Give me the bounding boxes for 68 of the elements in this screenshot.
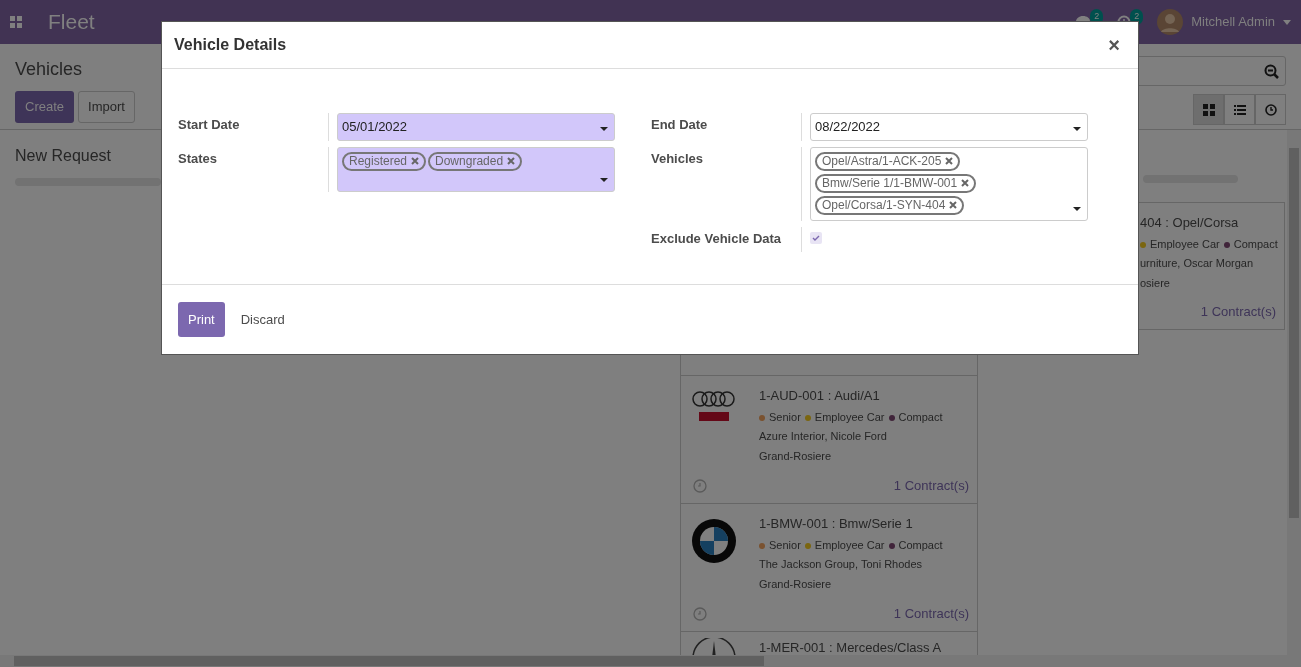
contracts-link[interactable]: 1 Contract(s) — [893, 475, 969, 495]
date-field[interactable]: 08/22/2022 — [810, 113, 1088, 141]
caret-icon[interactable] — [600, 126, 608, 131]
field-label: Vehicles — [651, 149, 705, 168]
location-text: Grand-Rosiere — [759, 448, 832, 464]
close-button[interactable]: × — [1102, 35, 1126, 55]
tag[interactable]: Bmw/Serie 1/1-BMW-001 — [815, 173, 977, 193]
roundel-logo-icon — [691, 518, 737, 564]
dialog-title: Vehicle Details — [174, 35, 287, 55]
contracts-link[interactable]: 1 Contract(s) — [893, 603, 969, 623]
kanban-view-icon[interactable] — [1202, 103, 1215, 116]
clock-icon[interactable] — [1264, 103, 1277, 116]
app-name: Fleet — [48, 9, 95, 36]
tag[interactable]: Registered — [342, 151, 427, 171]
date-field[interactable]: 05/01/2022 — [337, 113, 615, 141]
caret-icon[interactable] — [600, 177, 608, 182]
print-button[interactable]: Print — [178, 301, 225, 338]
vertical-scrollbar[interactable] — [1287, 130, 1301, 655]
location-text: Grand-Rosiere — [759, 576, 832, 592]
field-label: Exclude Vehicle Data — [651, 229, 783, 248]
tags-field[interactable]: Registered Downgraded — [337, 146, 615, 192]
tag-label: Senior — [769, 410, 801, 423]
field-label: End Date — [651, 116, 709, 134]
caret-icon[interactable] — [1073, 126, 1081, 131]
user-menu[interactable]: Mitchell Admin — [1191, 12, 1275, 32]
horizontal-scrollbar[interactable] — [0, 655, 1301, 667]
tag[interactable]: Downgraded — [428, 151, 523, 171]
rings-logo-icon — [691, 390, 737, 424]
kanban-card[interactable]: 1-AUD-001 : Audi/A1 Senior Employee Car Compact Azure Interior, Nicole Ford Grand-Rosiere 1 Contract(s) — [680, 376, 978, 504]
tag-label: Employee Car — [814, 538, 885, 551]
kanban-card[interactable]: 1-MER-001 : Mercedes/Class A — [680, 632, 978, 655]
field-label: Start Date — [178, 116, 241, 134]
field-label: States — [178, 149, 219, 168]
tags-field[interactable]: Opel/Astra/1-ACK-205 Bmw/Serie 1/1-BMW-001 Opel/Corsa/1-SYN-404 — [810, 146, 1088, 221]
column-title: New Request — [15, 146, 112, 166]
tag-label: Employee Car — [1150, 237, 1220, 250]
remove-icon[interactable] — [961, 179, 970, 187]
tag-label: Compact — [898, 538, 943, 551]
remove-icon[interactable] — [507, 157, 516, 165]
tag-label: Compact — [898, 410, 943, 423]
contracts-link[interactable]: 1 Contract(s) — [1200, 301, 1276, 321]
card-title: 1-MER-001 : Mercedes/Class A — [759, 639, 942, 655]
tag-label: Compact — [1233, 237, 1278, 250]
driver-text: The Jackson Group, Toni Rhodes — [759, 557, 923, 572]
driver-text: urniture, Oscar Morgan — [1140, 256, 1254, 271]
remove-icon[interactable] — [411, 157, 420, 165]
card-title: 1-BMW-001 : Bmw/Serie 1 — [759, 515, 913, 533]
import-button[interactable]: Import — [78, 91, 135, 123]
tag[interactable]: Opel/Astra/1-ACK-205 — [815, 151, 961, 171]
kanban-card[interactable]: 1-BMW-001 : Bmw/Serie 1 Senior Employee Car Compact The Jackson Group, Toni Rhodes Grand-Rosiere 1 Contract(s) — [680, 504, 978, 632]
search-icon — [1264, 63, 1279, 79]
card-title: 404 : Opel/Corsa — [1140, 214, 1239, 232]
star-logo-icon — [691, 638, 737, 655]
discard-button[interactable]: Discard — [232, 303, 293, 336]
remove-icon[interactable] — [945, 157, 954, 165]
list-view-icon[interactable] — [1233, 103, 1246, 116]
tag-label: Senior — [769, 538, 801, 551]
card-title: 1-AUD-001 : Audi/A1 — [759, 387, 880, 405]
driver-text: Azure Interior, Nicole Ford — [759, 429, 887, 444]
create-button[interactable]: Create — [15, 91, 75, 123]
tag-label: Employee Car — [814, 410, 885, 423]
breadcrumb-title: Vehicles — [15, 58, 84, 81]
apps-menu-icon[interactable] — [10, 16, 22, 28]
caret-icon[interactable] — [1073, 206, 1081, 211]
tag[interactable]: Opel/Corsa/1-SYN-404 — [815, 195, 965, 215]
checkbox[interactable] — [810, 231, 822, 244]
location-text: osiere — [1140, 275, 1170, 291]
remove-icon[interactable] — [949, 201, 958, 209]
